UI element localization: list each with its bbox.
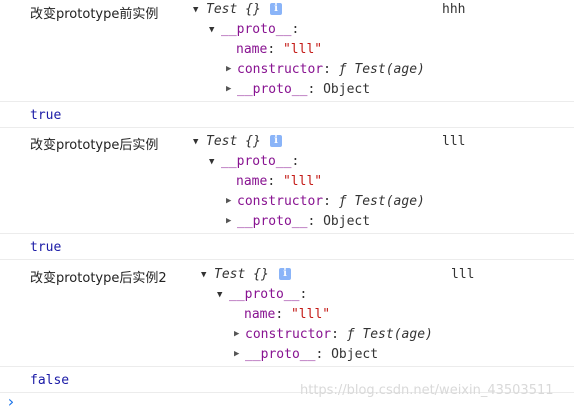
inner-proto-value: Object bbox=[323, 214, 371, 229]
inner-proto-value: Object bbox=[323, 82, 371, 97]
constructor-value: ƒ Test(age) bbox=[346, 327, 433, 342]
logged-value: lll bbox=[451, 267, 475, 282]
result-boolean: false bbox=[30, 373, 70, 388]
constructor-key: constructor bbox=[245, 327, 332, 342]
proto-key: __proto__ bbox=[221, 154, 292, 169]
log-label: 改变prototype前实例 bbox=[30, 7, 159, 22]
expand-triangle-icon[interactable]: ▼ bbox=[209, 25, 214, 35]
constructor-row[interactable]: constructor: ƒ Test(age) bbox=[245, 327, 433, 342]
object-preview[interactable]: Test {} bbox=[206, 2, 261, 17]
inner-proto-key: __proto__ bbox=[245, 347, 316, 362]
console-message: true bbox=[0, 102, 574, 128]
expand-triangle-icon[interactable]: ▼ bbox=[217, 290, 222, 300]
info-icon[interactable]: i bbox=[279, 268, 291, 280]
console-message: true bbox=[0, 234, 574, 260]
proto-row[interactable]: __proto__: bbox=[221, 154, 299, 169]
name-key: name bbox=[244, 307, 276, 322]
expand-triangle-icon[interactable]: ▼ bbox=[201, 270, 206, 280]
inner-proto-row[interactable]: __proto__: Object bbox=[237, 82, 370, 97]
collapse-triangle-icon[interactable]: ▶ bbox=[234, 349, 239, 359]
constructor-value: ƒ Test(age) bbox=[338, 62, 425, 77]
log-label: 改变prototype后实例 bbox=[30, 138, 159, 153]
property-row-name: name: "lll" bbox=[244, 307, 331, 322]
inner-proto-value: Object bbox=[331, 347, 379, 362]
logged-value: lll bbox=[442, 134, 466, 149]
constructor-key: constructor bbox=[237, 62, 324, 77]
name-value: "lll" bbox=[290, 307, 331, 322]
collapse-triangle-icon[interactable]: ▶ bbox=[234, 329, 239, 339]
console-message: 改变prototype后实例 ▼ Test {} i lll ▼ __proto… bbox=[0, 128, 574, 234]
expand-triangle-icon[interactable]: ▼ bbox=[209, 157, 214, 167]
name-key: name bbox=[236, 174, 268, 189]
console-message: 改变prototype前实例 ▼ Test {} i hhh ▼ __proto… bbox=[0, 0, 574, 102]
proto-key: __proto__ bbox=[229, 287, 300, 302]
inner-proto-row[interactable]: __proto__: Object bbox=[245, 347, 378, 362]
inner-proto-key: __proto__ bbox=[237, 214, 308, 229]
name-value: "lll" bbox=[282, 174, 323, 189]
proto-row[interactable]: __proto__: bbox=[221, 22, 299, 37]
constructor-value: ƒ Test(age) bbox=[338, 194, 425, 209]
proto-row[interactable]: __proto__: bbox=[229, 287, 307, 302]
console-message: 改变prototype后实例2 ▼ Test {} i lll ▼ __prot… bbox=[0, 260, 574, 367]
collapse-triangle-icon[interactable]: ▶ bbox=[226, 84, 231, 94]
constructor-key: constructor bbox=[237, 194, 324, 209]
expand-triangle-icon[interactable]: ▼ bbox=[193, 137, 198, 147]
inner-proto-key: __proto__ bbox=[237, 82, 308, 97]
log-label: 改变prototype后实例2 bbox=[30, 271, 167, 286]
object-preview[interactable]: Test {} bbox=[214, 267, 269, 282]
expand-triangle-icon[interactable]: ▼ bbox=[193, 5, 198, 15]
inner-proto-row[interactable]: __proto__: Object bbox=[237, 214, 370, 229]
proto-key: __proto__ bbox=[221, 22, 292, 37]
info-icon[interactable]: i bbox=[270, 135, 282, 147]
name-value: "lll" bbox=[282, 42, 323, 57]
property-row-name: name: "lll" bbox=[236, 42, 323, 57]
console-prompt-icon[interactable]: › bbox=[6, 392, 16, 411]
object-preview[interactable]: Test {} bbox=[206, 134, 261, 149]
collapse-triangle-icon[interactable]: ▶ bbox=[226, 196, 231, 206]
constructor-row[interactable]: constructor: ƒ Test(age) bbox=[237, 194, 425, 209]
result-boolean: true bbox=[30, 108, 62, 123]
collapse-triangle-icon[interactable]: ▶ bbox=[226, 216, 231, 226]
info-icon[interactable]: i bbox=[270, 3, 282, 15]
collapse-triangle-icon[interactable]: ▶ bbox=[226, 64, 231, 74]
property-row-name: name: "lll" bbox=[236, 174, 323, 189]
logged-value: hhh bbox=[442, 2, 466, 17]
name-key: name bbox=[236, 42, 268, 57]
result-boolean: true bbox=[30, 240, 62, 255]
constructor-row[interactable]: constructor: ƒ Test(age) bbox=[237, 62, 425, 77]
watermark: https://blog.csdn.net/weixin_43503511 bbox=[300, 383, 554, 398]
